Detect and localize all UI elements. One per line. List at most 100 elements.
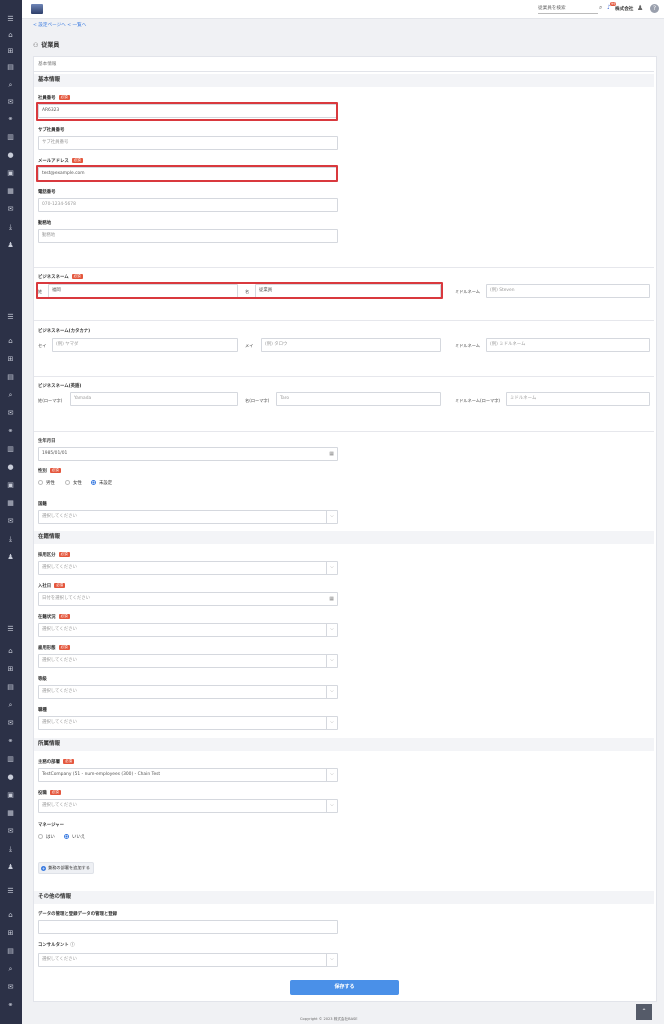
user-add-icon[interactable]: ♟ xyxy=(5,552,16,563)
org-icon[interactable]: ⊞ xyxy=(5,354,16,365)
book-icon[interactable]: ▦ xyxy=(5,808,16,819)
search-icon[interactable]: ⌕ xyxy=(5,80,16,91)
document-icon[interactable]: ▤ xyxy=(5,62,16,73)
required-badge: 必須 xyxy=(58,95,70,100)
status-select[interactable]: 選択してください ⌵ xyxy=(38,623,338,637)
document-icon[interactable]: ▤ xyxy=(5,946,16,957)
search-icon[interactable]: ⌕ xyxy=(5,700,16,711)
search-icon[interactable]: ⌕ xyxy=(599,4,602,12)
search-icon[interactable]: ⌕ xyxy=(5,964,16,975)
mail-icon[interactable]: ✉ xyxy=(5,204,16,215)
page-title: ⚇ 従業員 xyxy=(33,40,59,49)
manager-no-radio[interactable]: いいえ xyxy=(64,834,85,840)
sub-employee-no-input[interactable]: サブ社員番号 xyxy=(38,136,338,150)
chevron-down-icon: ⌵ xyxy=(326,800,337,812)
first-name-roman-input[interactable]: Taro xyxy=(276,392,441,406)
chevron-down-icon: ⌵ xyxy=(326,717,337,729)
document-icon[interactable]: ▤ xyxy=(5,682,16,693)
info-icon[interactable]: ● xyxy=(5,462,16,473)
report-icon[interactable]: ▣ xyxy=(5,168,16,179)
middle-name-label: ミドルネーム xyxy=(455,289,480,294)
data-manager-input[interactable] xyxy=(38,920,338,934)
home-icon[interactable]: ⌂ xyxy=(5,646,16,657)
download-icon[interactable]: ⤓ xyxy=(5,534,16,545)
contract-type-select[interactable]: 選択してください ⌵ xyxy=(38,654,338,668)
manager-yes-radio[interactable]: はい xyxy=(38,834,55,840)
save-button[interactable]: 保存する xyxy=(290,980,399,995)
position-label: 役職 必須 xyxy=(38,790,61,796)
position-select[interactable]: 選択してください ⌵ xyxy=(38,799,338,813)
add-department-button[interactable]: + 兼務の部署を追加する xyxy=(38,862,94,874)
menu-icon[interactable]: ☰ xyxy=(5,624,16,635)
chart-icon[interactable]: ▥ xyxy=(5,444,16,455)
gender-female-radio[interactable]: 女性 xyxy=(65,480,82,486)
gender-unset-radio[interactable]: 未設定 xyxy=(91,480,112,486)
employee-search-input[interactable]: 従業員を検索 xyxy=(538,5,598,14)
link-icon[interactable]: ⚭ xyxy=(5,736,16,747)
mail-icon[interactable]: ✉ xyxy=(5,826,16,837)
company-logo[interactable] xyxy=(31,4,43,14)
required-badge: 必須 xyxy=(49,468,61,473)
user-icon[interactable]: ♟ xyxy=(637,4,645,13)
chat-icon[interactable]: ✉ xyxy=(5,97,16,108)
home-icon[interactable]: ⌂ xyxy=(5,910,16,921)
chat-icon[interactable]: ✉ xyxy=(5,982,16,993)
book-icon[interactable]: ▦ xyxy=(5,186,16,197)
link-icon[interactable]: ⚭ xyxy=(5,1000,16,1011)
gender-male-radio[interactable]: 男性 xyxy=(38,480,55,486)
grade-select[interactable]: 選択してください ⌵ xyxy=(38,685,338,699)
report-icon[interactable]: ▣ xyxy=(5,790,16,801)
home-icon[interactable]: ⌂ xyxy=(5,30,16,41)
last-name-kana-input[interactable]: (例) ヤマダ xyxy=(52,338,238,352)
download-icon[interactable]: ⤓ xyxy=(5,844,16,855)
org-icon[interactable]: ⊞ xyxy=(5,46,16,57)
nationality-select[interactable]: 選択してください ⌵ xyxy=(38,510,338,524)
join-date-input[interactable]: 日付を選択してください ▦ xyxy=(38,592,338,606)
employment-type-select[interactable]: 選択してください ⌵ xyxy=(38,561,338,575)
middle-name-input[interactable]: (例) Steven xyxy=(486,284,650,298)
required-badge: 必須 xyxy=(58,645,70,650)
chart-icon[interactable]: ▥ xyxy=(5,754,16,765)
middle-name-roman-input[interactable]: ミドルネーム xyxy=(506,392,650,406)
breadcrumb[interactable]: < 設定ページへ < 一覧へ xyxy=(33,22,86,28)
book-icon[interactable]: ▦ xyxy=(5,498,16,509)
work-location-input[interactable]: 勤務地 xyxy=(38,229,338,243)
link-icon[interactable]: ⚭ xyxy=(5,114,16,125)
user-add-icon[interactable]: ♟ xyxy=(5,240,16,251)
user-add-icon[interactable]: ♟ xyxy=(5,862,16,873)
org-icon[interactable]: ⊞ xyxy=(5,928,16,939)
search-icon[interactable]: ⌕ xyxy=(5,390,16,401)
mail-icon[interactable]: ✉ xyxy=(5,516,16,527)
chat-icon[interactable]: ✉ xyxy=(5,718,16,729)
scroll-top-icon[interactable]: ⌃ xyxy=(636,1004,652,1020)
calendar-icon[interactable]: ▦ xyxy=(329,448,334,460)
menu-icon[interactable]: ☰ xyxy=(5,312,16,323)
birthday-input[interactable]: 1985/01/01 ▦ xyxy=(38,447,338,461)
chat-icon[interactable]: ✉ xyxy=(5,408,16,419)
info-icon[interactable]: ● xyxy=(5,150,16,161)
divider xyxy=(34,320,654,321)
home-icon[interactable]: ⌂ xyxy=(5,336,16,347)
menu-icon[interactable]: ☰ xyxy=(5,14,16,25)
tab-basic[interactable]: 基本情報 xyxy=(34,57,654,72)
menu-icon[interactable]: ☰ xyxy=(5,886,16,897)
report-icon[interactable]: ▣ xyxy=(5,480,16,491)
info-icon[interactable]: ● xyxy=(5,772,16,783)
middle-name-kana-input[interactable]: (例) ミドルネーム xyxy=(486,338,650,352)
chart-icon[interactable]: ▥ xyxy=(5,132,16,143)
last-name-roman-input[interactable]: Yamada xyxy=(70,392,238,406)
org-icon[interactable]: ⊞ xyxy=(5,664,16,675)
help-icon[interactable]: ? xyxy=(650,4,659,13)
work-location-label: 勤務地 xyxy=(38,221,52,226)
download-icon[interactable]: ⤓ xyxy=(5,222,16,233)
consultant-select[interactable]: 選択してください ⌵ xyxy=(38,953,338,967)
company-name[interactable]: 株式会社 xyxy=(615,6,633,12)
tab-label: 基本情報 xyxy=(38,62,57,67)
document-icon[interactable]: ▤ xyxy=(5,372,16,383)
phone-input[interactable]: 070-1234-5678 xyxy=(38,198,338,212)
birthday-value: 1985/01/01 xyxy=(42,451,68,456)
main-department-select[interactable]: TestCompany (51 - num-employees (300) - … xyxy=(38,768,338,782)
link-icon[interactable]: ⚭ xyxy=(5,426,16,437)
first-name-kana-input[interactable]: (例) タロウ xyxy=(261,338,441,352)
job-select[interactable]: 選択してください ⌵ xyxy=(38,716,338,730)
